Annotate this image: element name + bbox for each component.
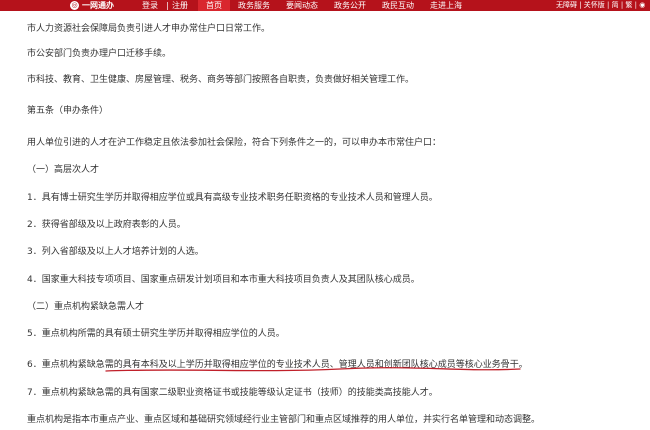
nav-item-news[interactable]: 要闻动态 [278, 0, 326, 11]
top-navigation-bar: ◎ 一网通办 登录 | 注册 首页 政务服务 要闻动态 政务公开 政民互动 走进… [0, 0, 650, 11]
list-item-7: 7．重点机构紧缺急需的具有国家二级职业资格证书或技能等级认定证书（技师）的技能类… [27, 388, 438, 398]
list-item-4: 4．国家重大科技专项项目、国家重点研发计划项目和本市重大科技项目负责人及其团队核… [27, 275, 420, 285]
list-item-1: 1．具有博士研究生学历并取得相应学位或具有高级专业技术职务任职资格的专业技术人员… [27, 193, 438, 203]
logo-text: 一网通办 [82, 1, 114, 10]
paragraph-2: 市公安部门负责办理户口迁移手续。 [27, 49, 172, 59]
list-item-6: 6．重点机构紧缺急需的具有本科及以上学历并取得相应学位的专业技术人员、管理人员和… [27, 360, 528, 370]
login-separator: | [166, 1, 169, 10]
subheading-high-level-talent: （一）高层次人才 [27, 165, 100, 175]
login-link[interactable]: 登录 [142, 0, 158, 11]
nav-item-shanghai[interactable]: 走进上海 [422, 0, 470, 11]
register-link[interactable]: 注册 [172, 0, 188, 11]
main-nav: 首页 政务服务 要闻动态 政务公开 政民互动 走进上海 [198, 0, 470, 11]
nav-item-home[interactable]: 首页 [198, 0, 230, 11]
subheading-key-institution-talent: （二）重点机构紧缺急需人才 [27, 302, 145, 312]
logo-icon: ◎ [70, 1, 79, 10]
nav-item-open-gov[interactable]: 政务公开 [326, 0, 374, 11]
list-item-3: 3．列入省部级及以上人才培养计划的人选。 [27, 247, 204, 257]
nav-item-services[interactable]: 政务服务 [230, 0, 278, 11]
list-item-5: 5．重点机构所需的具有硕士研究生学历并取得相应学位的人员。 [27, 329, 285, 339]
list-item-2: 2．获得省部级及以上政府表彰的人员。 [27, 220, 186, 230]
site-logo[interactable]: ◎ 一网通办 [70, 0, 114, 11]
paragraph-key-institution-definition: 重点机构是指本市重点产业、重点区域和基础研究领域经行业主管部门和重点区域推荐的用… [27, 415, 541, 425]
accessibility-tools[interactable]: 无障碍 | 关怀版 | 简 | 繁 | ◉ [556, 0, 645, 11]
paragraph-3: 市科技、教育、卫生健康、房屋管理、税务、商务等部门按照各自职责，负责做好相关管理… [27, 75, 415, 85]
nav-item-interaction[interactable]: 政民互动 [374, 0, 422, 11]
paragraph-1: 市人力资源社会保障局负责引进人才申办常住户口日常工作。 [27, 24, 271, 34]
section-heading-article-5: 第五条（申办条件） [27, 106, 109, 116]
paragraph-conditions: 用人单位引进的人才在沪工作稳定且依法参加社会保险，符合下列条件之一的，可以申办本… [27, 138, 442, 148]
